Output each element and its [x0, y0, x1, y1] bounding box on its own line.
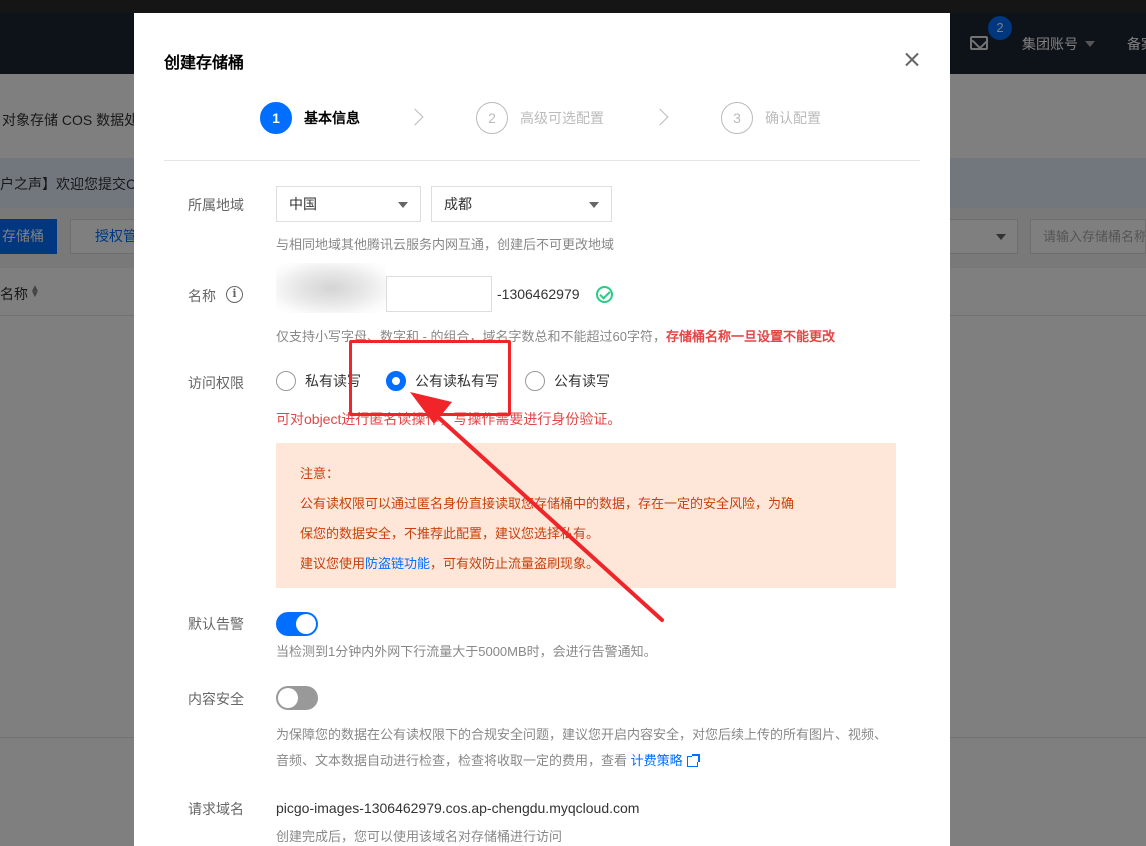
close-icon[interactable] [902, 50, 922, 70]
check-circle-icon [596, 286, 613, 303]
warning-text: 建议您使用 [300, 556, 366, 571]
chevron-down-icon [398, 202, 408, 208]
radio-unchecked-icon [276, 371, 296, 391]
warning-title: 注意： [300, 466, 340, 481]
chevron-right-icon [406, 108, 424, 126]
step-confirm-config: 3 确认配置 [721, 102, 821, 134]
toggle-knob [296, 614, 316, 634]
region-label: 所属地域 [188, 197, 244, 213]
warning-text: ，可有效防止流量盗刷现象。 [430, 556, 600, 571]
step-label: 基本信息 [304, 110, 360, 126]
alarm-label: 默认告警 [188, 616, 244, 632]
create-bucket-dialog: 创建存储桶 1 基本信息 2 高级可选配置 3 确认配置 所属地域 中国 成都 … [134, 13, 950, 846]
radio-public-read-write[interactable]: 公有读写 [525, 371, 610, 391]
external-link-icon[interactable] [686, 754, 700, 768]
step-label: 高级可选配置 [520, 110, 604, 126]
content-security-help-text: 为保障您的数据在公有读权限下的合规安全问题，建议您开启内容安全，对您后续上传的所… [276, 727, 888, 768]
radio-unchecked-icon [525, 371, 545, 391]
bucket-name-input[interactable] [386, 276, 492, 312]
alarm-help: 当检测到1分钟内外网下行流量大于5000MB时，会进行告警通知。 [276, 644, 657, 659]
billing-policy-link[interactable]: 计费策略 [631, 753, 683, 768]
country-select-value: 中国 [289, 196, 317, 212]
steps-divider [164, 160, 920, 161]
toggle-knob [278, 688, 298, 708]
name-input-redacted [276, 263, 386, 313]
content-security-help: 为保障您的数据在公有读权限下的合规安全问题，建议您开启内容安全，对您后续上传的所… [276, 722, 896, 774]
name-rule-warning: 存储桶名称一旦设置不能更改 [666, 329, 836, 344]
dialog-title: 创建存储桶 [164, 55, 245, 72]
step-number: 1 [260, 102, 292, 134]
radio-label: 公有读写 [554, 373, 610, 389]
warning-line: 建议您使用防盗链功能，可有效防止流量盗刷现象。 [300, 549, 896, 579]
annotation-highlight-box [349, 340, 511, 416]
region-help: 与相同地域其他腾讯云服务内网互通，创建后不可更改地域 [276, 237, 615, 252]
step-label: 确认配置 [765, 110, 821, 126]
city-select-value: 成都 [444, 196, 472, 212]
appid-suffix: -1306462979 [497, 286, 580, 302]
content-security-toggle[interactable] [276, 686, 318, 710]
warning-box: 注意： 公有读权限可以通过匿名身份直接读取您存储桶中的数据，存在一定的安全风险，… [276, 443, 896, 588]
step-number: 3 [721, 102, 753, 134]
city-select[interactable]: 成都 [431, 186, 612, 222]
country-select[interactable]: 中国 [276, 186, 421, 222]
warning-line: 保您的数据安全，不推荐此配置，建议您选择私有。 [300, 526, 600, 541]
chevron-right-icon [651, 108, 669, 126]
info-icon[interactable]: i [226, 286, 243, 303]
step-number: 2 [476, 102, 508, 134]
name-label: 名称 [188, 288, 216, 304]
domain-label: 请求域名 [188, 801, 244, 817]
domain-help: 创建完成后，您可以使用该域名对存储桶进行访问 [276, 829, 563, 844]
hotlink-protection-link[interactable]: 防盗链功能 [365, 556, 430, 571]
request-domain-value: picgo-images-1306462979.cos.ap-chengdu.m… [276, 800, 640, 816]
alarm-toggle[interactable] [276, 612, 318, 636]
access-label: 访问权限 [188, 375, 244, 391]
step-basic-info: 1 基本信息 [260, 102, 360, 134]
chevron-down-icon [589, 202, 599, 208]
step-advanced-config: 2 高级可选配置 [476, 102, 604, 134]
content-security-label: 内容安全 [188, 691, 244, 707]
warning-line: 公有读权限可以通过匿名身份直接读取您存储桶中的数据，存在一定的安全风险，为确 [300, 496, 795, 511]
